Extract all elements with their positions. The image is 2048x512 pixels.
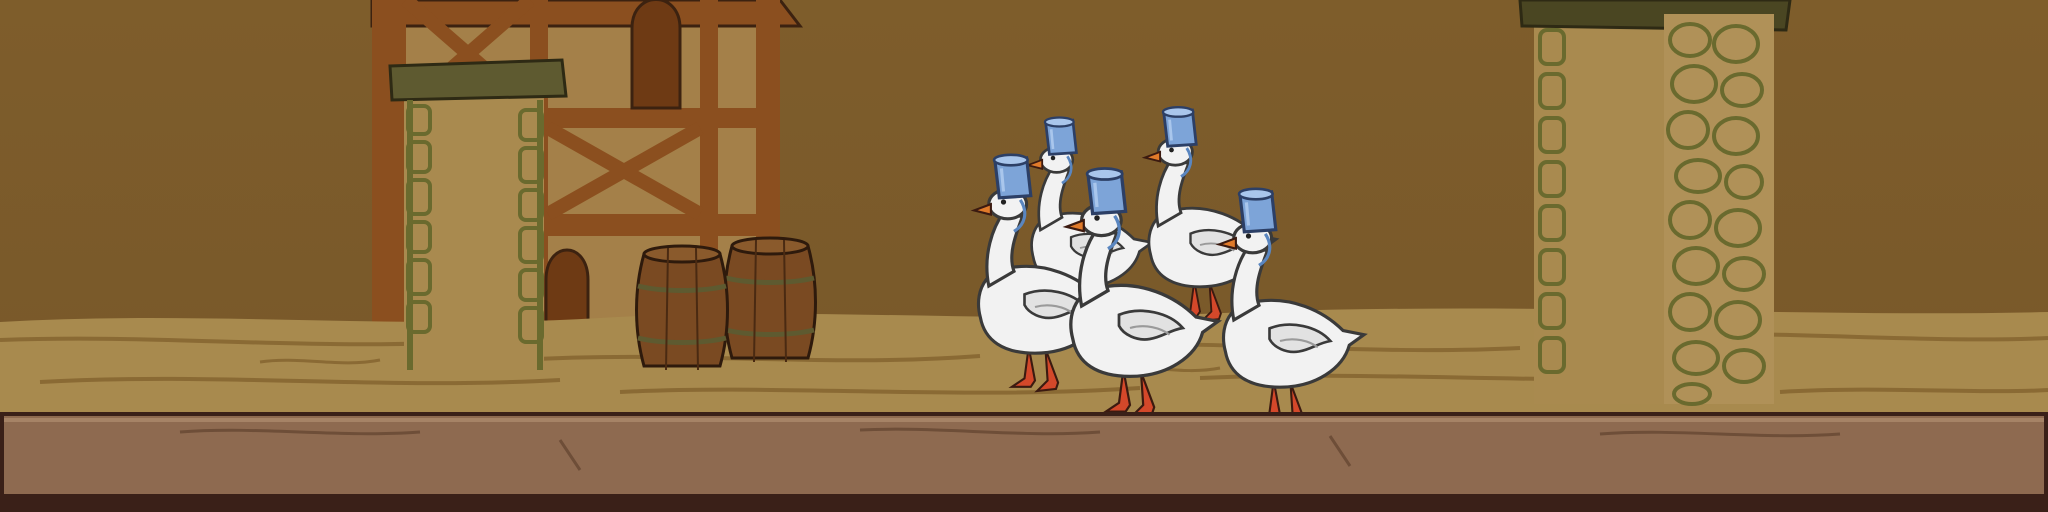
barrel: [637, 246, 728, 370]
game-scene: [0, 0, 2048, 512]
stone-pillar-right: [1518, 0, 1792, 406]
scene-canvas: [0, 0, 2048, 512]
stone-pillar-left: [388, 58, 568, 370]
barrel: [725, 238, 816, 362]
stone-platform: [0, 412, 2048, 512]
